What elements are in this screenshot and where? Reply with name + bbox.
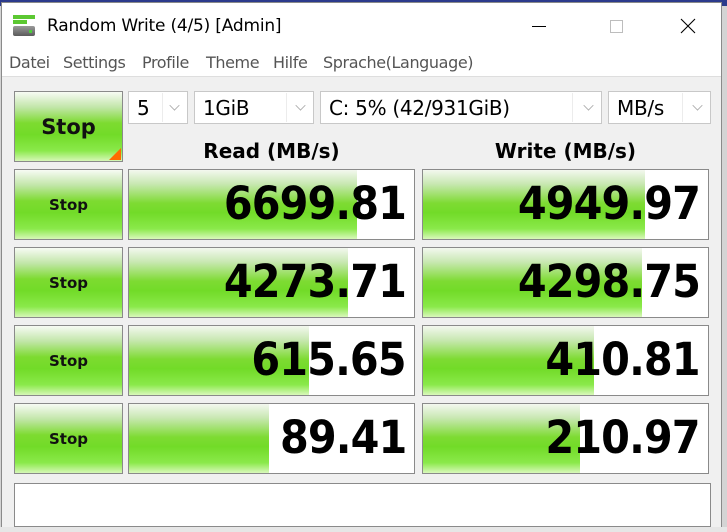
menu-hilfe[interactable]: Hilfe (273, 53, 308, 72)
maximize-button[interactable] (593, 3, 639, 49)
minimize-button[interactable] (516, 3, 562, 49)
count-value: 5 (137, 96, 150, 120)
chevron-down-icon (295, 100, 306, 111)
write-result-row-3: 410.81 (422, 325, 709, 396)
write-value: 4949.97 (517, 177, 701, 230)
write-value: 4298.75 (517, 255, 701, 308)
stop-button-row-3[interactable]: Stop (14, 325, 123, 396)
stop-label: Stop (48, 195, 89, 214)
read-bar-row-4 (129, 404, 269, 473)
stop-all-button[interactable]: Stop (14, 91, 123, 162)
menu-language[interactable]: Sprache(Language) (323, 53, 474, 72)
read-column-header: Read (MB/s) (203, 139, 340, 163)
background-desktop-bottom (0, 527, 727, 532)
stop-button-row-4[interactable]: Stop (14, 403, 123, 474)
read-value: 89.41 (279, 411, 407, 464)
read-result-row-1: 6699.81 (128, 169, 415, 240)
maximize-icon (609, 19, 623, 33)
write-result-row-4: 210.97 (422, 403, 709, 474)
stop-button-row-1[interactable]: Stop (14, 169, 123, 240)
chevron-down-icon (692, 100, 703, 111)
write-value: 210.97 (545, 411, 701, 464)
menu-bar: Datei Settings Profile Theme Hilfe Sprac… (2, 50, 721, 77)
close-icon (680, 18, 696, 34)
write-column-header: Write (MB/s) (494, 139, 637, 163)
unit-value: MB/s (617, 96, 664, 120)
chevron-down-icon (169, 100, 180, 111)
size-select[interactable]: 1GiB (194, 91, 314, 124)
read-result-row-2: 4273.71 (128, 247, 415, 318)
drive-select[interactable]: C: 5% (42/931GiB) (320, 91, 602, 124)
read-value: 6699.81 (223, 177, 407, 230)
size-value: 1GiB (203, 96, 250, 120)
write-result-row-1: 4949.97 (422, 169, 709, 240)
menu-datei[interactable]: Datei (9, 53, 50, 72)
menu-settings[interactable]: Settings (63, 53, 126, 72)
count-select[interactable]: 5 (128, 91, 188, 124)
read-value: 615.65 (251, 333, 407, 386)
stop-all-label: Stop (41, 114, 96, 139)
close-button[interactable] (665, 3, 711, 49)
benchmark-panel: Stop 5 1GiB C: 5% (42/931GiB) MB/s Read … (2, 77, 721, 527)
title-bar[interactable]: Random Write (4/5) [Admin] (2, 3, 721, 49)
chevron-down-icon (583, 100, 594, 111)
comment-input[interactable] (14, 483, 711, 527)
minimize-icon (532, 25, 546, 27)
app-window: Random Write (4/5) [Admin] Datei Setting… (1, 2, 722, 527)
corner-indicator (109, 148, 121, 160)
read-result-row-4: 89.41 (128, 403, 415, 474)
write-value: 410.81 (545, 333, 701, 386)
write-result-row-2: 4298.75 (422, 247, 709, 318)
stop-label: Stop (48, 429, 89, 448)
disk-drive-icon (13, 15, 37, 37)
stop-label: Stop (48, 273, 89, 292)
drive-value: C: 5% (42/931GiB) (329, 96, 510, 120)
unit-select[interactable]: MB/s (608, 91, 711, 124)
stop-button-row-2[interactable]: Stop (14, 247, 123, 318)
stop-label: Stop (48, 351, 89, 370)
menu-profile[interactable]: Profile (142, 53, 189, 72)
read-result-row-3: 615.65 (128, 325, 415, 396)
read-value: 4273.71 (223, 255, 407, 308)
window-title: Random Write (4/5) [Admin] (47, 16, 282, 36)
menu-theme[interactable]: Theme (206, 53, 260, 72)
